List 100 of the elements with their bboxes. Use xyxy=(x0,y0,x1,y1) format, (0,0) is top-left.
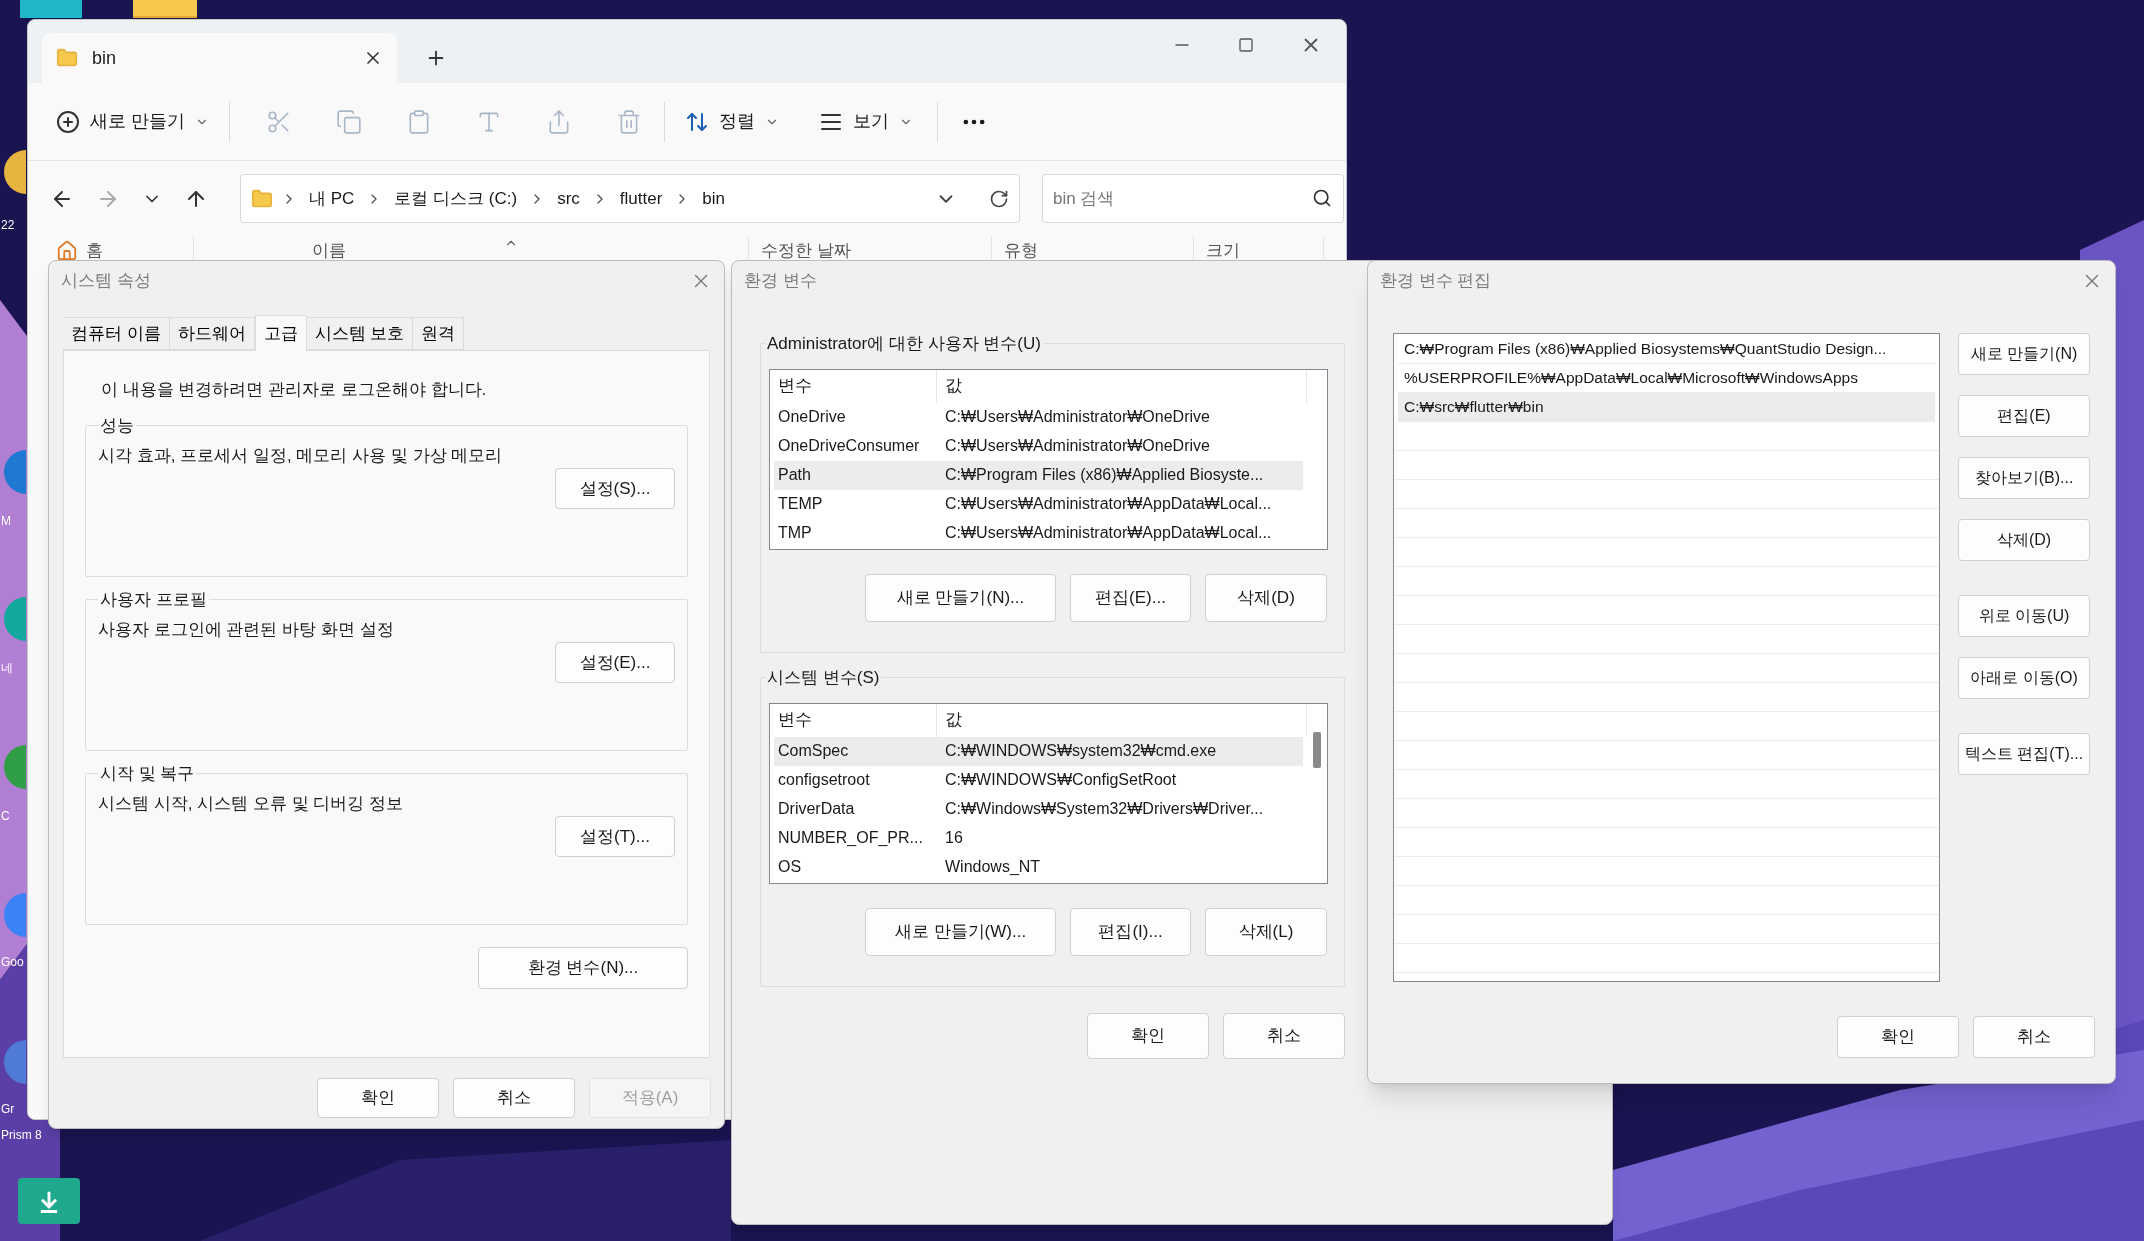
variable-value: C:₩Program Files (x86)₩Applied Biosyste... xyxy=(944,465,1264,485)
variable-name: ComSpec xyxy=(777,741,850,761)
column-header[interactable]: 값 xyxy=(937,369,1307,403)
group-title: 시스템 변수(S) xyxy=(766,667,881,689)
breadcrumb[interactable]: src xyxy=(553,185,584,212)
dialog-button[interactable]: 새로 만들기(W)... xyxy=(865,907,1056,956)
refresh-icon[interactable] xyxy=(989,188,1009,209)
dialog-button[interactable]: 새로 만들기(N) xyxy=(1958,333,2090,375)
dialog-button[interactable]: 아래로 이동(O) xyxy=(1958,657,2090,699)
dialog-button[interactable]: 위로 이동(U) xyxy=(1958,595,2090,637)
variable-name: DriverData xyxy=(777,799,856,819)
variable-value: 16 xyxy=(944,828,963,848)
dialog-button[interactable]: 설정(T)... xyxy=(555,816,675,857)
dialog-button[interactable]: 확인 xyxy=(1087,1013,1209,1059)
variable-row[interactable]: NUMBER_OF_PR... 16 xyxy=(774,823,1303,853)
dialog-button[interactable]: 취소 xyxy=(1223,1013,1345,1059)
column-header[interactable]: 변수 xyxy=(770,703,937,737)
dialog-button[interactable]: 삭제(D) xyxy=(1205,573,1327,622)
tab[interactable]: 하드웨어 xyxy=(169,317,255,350)
breadcrumb[interactable]: flutter xyxy=(615,185,667,212)
variable-value: Windows_NT xyxy=(944,857,1041,877)
variable-name: NUMBER_OF_PR... xyxy=(777,828,924,848)
desktop-icon-label[interactable]: Gr xyxy=(1,1100,15,1118)
dialog-button[interactable]: 취소 xyxy=(453,1078,575,1118)
variable-row[interactable]: DriverData C:₩Windows₩System32₩Drivers₩Driver... xyxy=(774,794,1303,824)
search-field[interactable]: bin 검색 xyxy=(1042,174,1344,223)
tab[interactable]: 고급 xyxy=(254,315,307,351)
variable-row[interactable]: OneDrive C:₩Users₩Administrator₩OneDrive xyxy=(774,402,1303,432)
dialog-button[interactable]: 확인 xyxy=(317,1078,439,1118)
desktop-icon-label[interactable]: Prism 8 xyxy=(1,1126,42,1144)
window-title: 환경 변수 편집 xyxy=(1380,270,1492,293)
column-header[interactable]: 값 xyxy=(937,703,1307,737)
dialog-button[interactable]: 새로 만들기(N)... xyxy=(865,573,1056,622)
column-header[interactable]: 이름 xyxy=(312,238,346,264)
breadcrumb[interactable]: 로컬 디스크 (C:) xyxy=(390,185,522,212)
variable-row[interactable]: TEMP C:₩Users₩Administrator₩AppData₩Local... xyxy=(774,489,1303,519)
variable-value: C:₩Users₩Administrator₩OneDrive xyxy=(944,436,1210,456)
group-title: Administrator에 대한 사용자 변수(U) xyxy=(766,333,1042,355)
dialog-button[interactable]: 취소 xyxy=(1973,1016,2095,1058)
variable-row[interactable]: configsetroot C:₩WINDOWS₩ConfigSetRoot xyxy=(774,765,1303,795)
path-entry[interactable]: C:₩Program Files (x86)₩Applied Biosystems₩QuantStudio Design... xyxy=(1398,335,1935,364)
new-button[interactable]: 새로 만들기 xyxy=(56,108,209,135)
dialog-button[interactable]: 환경 변수(N)... xyxy=(478,947,688,989)
variable-name: OS xyxy=(777,857,803,877)
variable-row[interactable]: OneDriveConsumer C:₩Users₩Administrator₩OneDrive xyxy=(774,431,1303,461)
group-title: 성능 xyxy=(99,415,135,437)
dialog-button[interactable]: 설정(E)... xyxy=(555,642,675,683)
download-folder-icon[interactable] xyxy=(18,1178,80,1224)
window-title: 환경 변수 xyxy=(744,270,817,293)
search-icon xyxy=(1312,188,1332,208)
tab-title: bin xyxy=(92,46,118,70)
folder-icon xyxy=(56,47,78,69)
dialog-button[interactable]: 편집(I)... xyxy=(1070,907,1191,956)
variable-value: C:₩WINDOWS₩system32₩cmd.exe xyxy=(944,741,1217,761)
tab[interactable]: 컴퓨터 이름 xyxy=(63,317,170,350)
path-entry[interactable]: C:₩src₩flutter₩bin xyxy=(1398,393,1935,422)
tab[interactable]: 원격 xyxy=(413,317,465,350)
address-bar[interactable]: 내 PC 로컬 디스크 (C:) src flutter bin xyxy=(240,174,1020,223)
variable-value: C:₩Users₩Administrator₩OneDrive xyxy=(944,407,1210,427)
column-header[interactable]: 크기 xyxy=(1206,238,1240,264)
column-header[interactable]: 수정한 날짜 xyxy=(761,238,851,264)
variable-row[interactable]: Path C:₩Program Files (x86)₩Applied Biosyste... xyxy=(774,460,1303,490)
variable-value: C:₩WINDOWS₩ConfigSetRoot xyxy=(944,770,1177,790)
variable-value: C:₩Users₩Administrator₩AppData₩Local... xyxy=(944,523,1272,543)
group-description: 시스템 시작, 시스템 오류 및 디버깅 정보 xyxy=(98,792,405,815)
folder-icon xyxy=(251,187,273,210)
dialog-button[interactable]: 설정(S)... xyxy=(555,468,675,509)
home-icon xyxy=(56,240,78,262)
variable-row[interactable]: TMP C:₩Users₩Administrator₩AppData₩Local... xyxy=(774,518,1303,548)
group-title: 시작 및 복구 xyxy=(99,763,196,785)
maximize-icon[interactable] xyxy=(1238,37,1254,53)
nav-item[interactable]: 홈 xyxy=(86,238,103,264)
variable-name: Path xyxy=(777,465,812,485)
variable-name: OneDrive xyxy=(777,407,847,427)
view-button[interactable]: 보기 xyxy=(819,108,913,135)
breadcrumb[interactable]: bin xyxy=(698,185,729,212)
variable-row[interactable]: OS Windows_NT xyxy=(774,852,1303,882)
dialog-button[interactable]: 삭제(L) xyxy=(1205,907,1327,956)
scrollbar-thumb[interactable] xyxy=(1313,731,1321,768)
dialog-button[interactable]: 편집(E) xyxy=(1958,395,2090,437)
variable-value: C:₩Users₩Administrator₩AppData₩Local... xyxy=(944,494,1272,514)
dialog-button[interactable]: 확인 xyxy=(1837,1016,1959,1058)
window-title: 시스템 속성 xyxy=(61,270,151,293)
window-tab[interactable]: bin xyxy=(42,33,397,83)
variable-name: TMP xyxy=(777,523,813,543)
breadcrumb[interactable]: 내 PC xyxy=(305,185,359,212)
dialog-button[interactable]: 텍스트 편집(T)... xyxy=(1958,733,2090,775)
variable-row[interactable]: ComSpec C:₩WINDOWS₩system32₩cmd.exe xyxy=(774,736,1303,766)
desktop-icon-label[interactable]: 22 xyxy=(1,216,15,234)
group-description: 시각 효과, 프로세서 일정, 메모리 사용 및 가상 메모리 xyxy=(98,444,504,467)
column-header[interactable]: 변수 xyxy=(770,369,937,403)
variable-value: C:₩Windows₩System32₩Drivers₩Driver... xyxy=(944,799,1264,819)
column-header[interactable]: 유형 xyxy=(1004,238,1038,264)
sort-button[interactable]: 정렬 xyxy=(685,108,779,135)
group-title: 사용자 프로필 xyxy=(99,589,208,611)
dialog-button[interactable]: 편집(E)... xyxy=(1070,573,1191,622)
dialog-button[interactable]: 찾아보기(B)... xyxy=(1958,457,2090,499)
dialog-button[interactable]: 삭제(D) xyxy=(1958,519,2090,561)
notice-text: 이 내용을 변경하려면 관리자로 로그온해야 합니다. xyxy=(101,379,488,401)
tab[interactable]: 시스템 보호 xyxy=(306,317,414,350)
